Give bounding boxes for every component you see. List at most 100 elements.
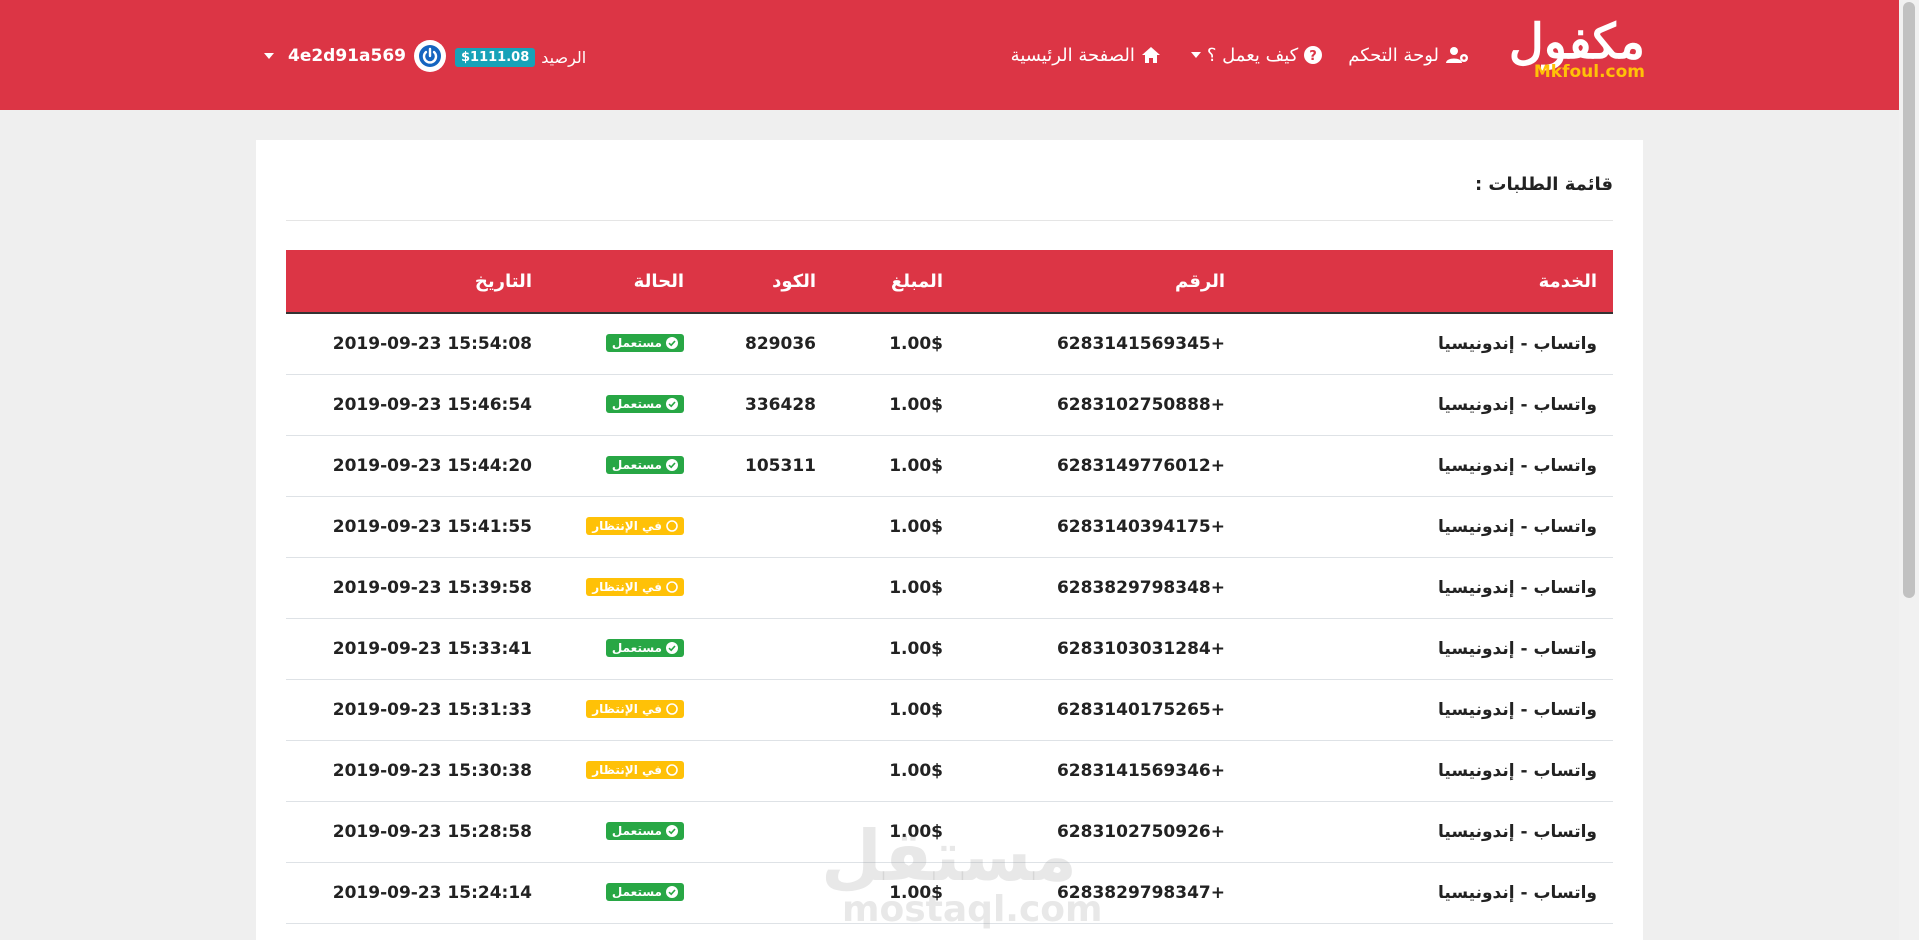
check-circle-icon	[666, 825, 678, 837]
balance-display: $1111.08 الرصيد	[455, 45, 586, 69]
orders-card: قائمة الطلبات : الخدمة الرقم المبلغ الكو…	[256, 140, 1643, 940]
card-title: قائمة الطلبات :	[1474, 174, 1613, 195]
status-badge: في الإنتظار	[586, 700, 684, 718]
main-nav: الصفحة الرئيسية ? كيف يعمل ؟ لوحة التحكم	[1011, 40, 1469, 70]
power-icon[interactable]	[413, 40, 446, 72]
cell-number: 6283149776012+	[959, 435, 1241, 497]
cell-amount: 1.00$	[832, 618, 959, 680]
check-circle-icon	[666, 337, 678, 349]
card-divider	[286, 220, 1613, 221]
col-amount: المبلغ	[832, 250, 959, 314]
cell-service: واتساب - إندونيسيا	[1241, 679, 1613, 741]
cell-status: في الإنتظار	[548, 740, 700, 802]
cell-code	[700, 557, 832, 619]
top-navbar: مكفول Mkfoul.com الصفحة الرئيسية ? كيف ي…	[0, 0, 1899, 110]
cell-amount: 1.00$	[832, 496, 959, 558]
cell-number: 6283103031284+	[959, 618, 1241, 680]
cell-service: واتساب - إندونيسيا	[1241, 557, 1613, 619]
check-circle-icon	[666, 459, 678, 471]
cell-status: مستعمل	[548, 374, 700, 436]
logo-text-ar: مكفول	[1508, 14, 1645, 70]
cell-status: مستعمل	[548, 801, 700, 863]
table-row: واتساب - إندونيسيا 6283141569345+ 1.00$ 829…	[286, 313, 1613, 375]
cell-amount: 1.00$	[832, 801, 959, 863]
cell-date: 2019-09-23 15:39:58	[286, 557, 548, 619]
table-header-row: الخدمة الرقم المبلغ الكود الحالة التاريخ	[286, 250, 1613, 314]
nav-how-it-works[interactable]: ? كيف يعمل ؟	[1187, 44, 1323, 66]
table-row: واتساب - إندونيسيا 6283140394175+ 1.00$ في …	[286, 496, 1613, 558]
status-label: مستعمل	[611, 885, 662, 899]
cell-status: في الإنتظار	[548, 679, 700, 741]
cell-code: 105311	[700, 435, 832, 497]
cell-number: 6283102750888+	[959, 374, 1241, 436]
table-row: واتساب - إندونيسيا 6283141569346+ 1.00$ في …	[286, 740, 1613, 802]
table-row: واتساب - إندونيسيا 6283149776012+ 1.00$ 105…	[286, 435, 1613, 497]
table-row: واتساب - إندونيسيا 6283829798348+ 1.00$ في …	[286, 557, 1613, 619]
col-date: التاريخ	[286, 250, 548, 314]
cell-service: واتساب - إندونيسيا	[1241, 313, 1613, 375]
circle-icon	[666, 581, 678, 593]
scrollbar-thumb[interactable]	[1903, 2, 1915, 598]
cell-date: 2019-09-23 15:30:38	[286, 740, 548, 802]
cell-amount: 1.00$	[832, 740, 959, 802]
status-badge: مستعمل	[605, 883, 684, 901]
logo-text-en: Mkfoul.com	[1533, 62, 1645, 82]
cell-status: في الإنتظار	[548, 496, 700, 558]
cell-date: 2019-09-23 15:46:54	[286, 374, 548, 436]
cell-date: 2019-09-23 15:44:20	[286, 435, 548, 497]
status-label: في الإنتظار	[592, 702, 662, 716]
cell-status: مستعمل	[548, 313, 700, 375]
cell-number: 6283141569345+	[959, 313, 1241, 375]
cell-number: 6283102750926+	[959, 801, 1241, 863]
status-badge: مستعمل	[605, 395, 684, 413]
nav-dashboard[interactable]: لوحة التحكم	[1348, 45, 1469, 66]
cell-code: 829036	[700, 313, 832, 375]
cell-status: مستعمل	[548, 435, 700, 497]
status-label: مستعمل	[611, 336, 662, 350]
col-service: الخدمة	[1241, 250, 1613, 314]
nav-home[interactable]: الصفحة الرئيسية	[1011, 45, 1161, 66]
cell-number: 6283141569346+	[959, 740, 1241, 802]
cell-date: 2019-09-23 15:28:58	[286, 801, 548, 863]
cell-status: مستعمل	[548, 862, 700, 924]
site-logo[interactable]: مكفول Mkfoul.com	[1495, 16, 1645, 86]
circle-icon	[666, 703, 678, 715]
col-number: الرقم	[959, 250, 1241, 314]
nav-how-label: كيف يعمل ؟	[1206, 44, 1299, 66]
cell-date: 2019-09-23 15:31:33	[286, 679, 548, 741]
nav-dashboard-label: لوحة التحكم	[1348, 44, 1439, 66]
svg-text:?: ?	[1309, 49, 1317, 64]
question-circle-icon: ?	[1304, 46, 1323, 64]
cell-status: مستعمل	[548, 618, 700, 680]
chevron-down-icon	[264, 53, 274, 59]
cell-number: 6283829798348+	[959, 557, 1241, 619]
cell-status: في الإنتظار	[548, 557, 700, 619]
vertical-scrollbar[interactable]	[1899, 0, 1919, 940]
col-code: الكود	[700, 250, 832, 314]
status-label: مستعمل	[611, 641, 662, 655]
status-badge: في الإنتظار	[586, 761, 684, 779]
cell-code	[700, 496, 832, 558]
cell-date: 2019-09-23 15:33:41	[286, 618, 548, 680]
circle-icon	[666, 520, 678, 532]
status-label: مستعمل	[611, 824, 662, 838]
user-menu[interactable]: 4e2d91a569	[264, 38, 446, 74]
nav-home-label: الصفحة الرئيسية	[1010, 44, 1135, 66]
status-label: مستعمل	[611, 397, 662, 411]
cell-code	[700, 740, 832, 802]
cell-code: 336428	[700, 374, 832, 436]
status-badge: مستعمل	[605, 639, 684, 657]
cell-number: 6283140175265+	[959, 679, 1241, 741]
cell-amount: 1.00$	[832, 679, 959, 741]
status-badge: مستعمل	[605, 822, 684, 840]
check-circle-icon	[666, 642, 678, 654]
table-row: واتساب - إندونيسيا 6283829798347+ 1.00$ مست…	[286, 862, 1613, 924]
col-status: الحالة	[548, 250, 700, 314]
home-icon	[1141, 47, 1160, 63]
cell-service: واتساب - إندونيسيا	[1241, 618, 1613, 680]
status-label: في الإنتظار	[592, 763, 662, 777]
chevron-down-icon	[1190, 52, 1201, 58]
cell-number: 6283140394175+	[959, 496, 1241, 558]
username: 4e2d91a569	[288, 46, 406, 66]
table-row: واتساب - إندونيسيا 6283140175265+ 1.00$ في …	[286, 679, 1613, 741]
